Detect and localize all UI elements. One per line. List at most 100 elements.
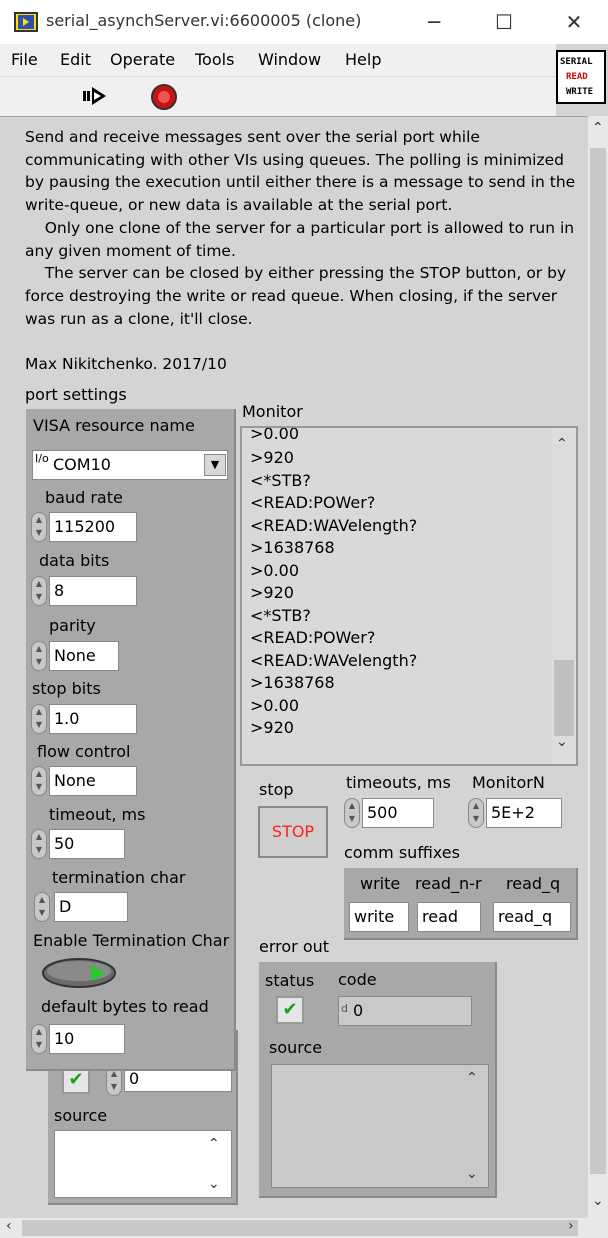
monitor-scroll-down-icon[interactable]: ⌄ — [556, 734, 568, 750]
vi-logo-icon: SERIAL READ WRITE — [556, 50, 606, 104]
monitor-line: >1638768 — [250, 538, 335, 557]
menu-operate[interactable]: Operate — [110, 50, 175, 69]
monitorN-label: MonitorN — [472, 773, 545, 792]
timeout-field[interactable]: 50 — [49, 829, 125, 859]
bytes-to-read-field[interactable]: 10 — [49, 1024, 125, 1054]
error-code-field: 0 — [338, 996, 472, 1026]
logo-line1: SERIAL — [560, 57, 593, 67]
logo-line2: READ — [566, 72, 588, 82]
error-source-scroll-down-icon[interactable]: ⌄ — [466, 1166, 478, 1182]
enable-termination-label: Enable Termination Char — [33, 931, 230, 950]
scroll-up-icon[interactable]: ⌃ — [592, 120, 604, 136]
stop-bits-spinner[interactable]: ▲ ▼ — [31, 704, 47, 734]
parity-spinner[interactable]: ▲ ▼ — [31, 641, 47, 671]
flow-control-label: flow control — [37, 742, 131, 761]
menu-edit[interactable]: Edit — [60, 50, 91, 69]
abort-stop-icon[interactable] — [150, 83, 178, 111]
data-bits-spinner[interactable]: ▲ ▼ — [31, 576, 47, 606]
timeouts-label: timeouts, ms — [346, 773, 451, 792]
monitor-line-partial: >0.00 — [250, 426, 300, 443]
port-settings-label: port settings — [25, 385, 127, 404]
monitorN-field[interactable]: 5E+2 — [486, 798, 562, 828]
parity-field[interactable]: None — [49, 641, 119, 671]
bytes-to-read-spinner[interactable]: ▲ ▼ — [31, 1024, 47, 1054]
monitor-line: >920 — [250, 583, 294, 602]
monitor-line: <READ:POWer? — [250, 493, 376, 512]
scroll-right-icon[interactable]: › — [568, 1218, 574, 1234]
menu-help[interactable]: Help — [345, 50, 381, 69]
termination-char-field[interactable]: D — [54, 892, 128, 922]
monitor-textbox[interactable]: >0.00 >920 <*STB? <READ:POWer? <READ:WAV… — [240, 426, 578, 766]
hidden-source-scroll-up-icon[interactable]: ⌃ — [208, 1136, 220, 1152]
stop-label: stop — [259, 780, 294, 799]
code-format-icon: d — [341, 1002, 348, 1015]
menu-window[interactable]: Window — [258, 50, 321, 69]
description-text: Send and receive messages sent over the … — [25, 128, 576, 374]
monitor-line: <READ:WAVelength? — [250, 651, 418, 670]
visa-io-icon: I/o — [35, 452, 49, 465]
suffix-read-q-field[interactable]: read_q — [493, 902, 571, 932]
monitor-line: >920 — [250, 718, 294, 737]
timeouts-field[interactable]: 500 — [362, 798, 434, 828]
monitor-scroll-thumb[interactable] — [554, 660, 574, 736]
visa-resource-label: VISA resource name — [33, 416, 195, 435]
baud-rate-spinner[interactable]: ▲ ▼ — [31, 512, 47, 542]
error-source-label: source — [269, 1038, 323, 1057]
monitor-line: >0.00 — [250, 561, 300, 580]
hidden-source-label: source — [54, 1106, 108, 1125]
vertical-scroll-thumb[interactable] — [590, 148, 606, 1174]
parity-label: parity — [49, 616, 96, 635]
scroll-left-icon[interactable]: ‹ — [6, 1218, 12, 1234]
logo-line3: WRITE — [566, 87, 594, 97]
baud-rate-field[interactable]: 115200 — [49, 512, 137, 542]
termination-char-spinner[interactable]: ▲ ▼ — [34, 892, 50, 922]
horizontal-scroll-thumb[interactable] — [22, 1220, 578, 1236]
termination-char-label: termination char — [52, 868, 186, 887]
suffix-read-nr-field[interactable]: read — [417, 902, 481, 932]
error-out-label: error out — [259, 937, 330, 956]
monitor-line: >1638768 — [250, 673, 335, 692]
suffix-read-q-label: read_q — [506, 874, 561, 893]
minimize-button[interactable]: ─ — [412, 8, 456, 36]
labview-app-icon — [14, 12, 38, 32]
termination-led-toggle[interactable] — [41, 957, 117, 989]
stop-button[interactable]: STOP — [258, 806, 328, 858]
scroll-down-icon[interactable]: ⌄ — [592, 1193, 604, 1209]
data-bits-label: data bits — [39, 551, 110, 570]
menu-file[interactable]: File — [11, 50, 38, 69]
stop-bits-label: stop bits — [32, 679, 101, 698]
title-bar: serial_asynchServer.vi:6600005 (clone) ─… — [0, 0, 608, 44]
hidden-source-field[interactable] — [54, 1130, 232, 1198]
timeout-spinner[interactable]: ▲ ▼ — [31, 829, 47, 859]
error-code-label: code — [338, 970, 377, 989]
menu-tools[interactable]: Tools — [195, 50, 234, 69]
baud-rate-label: baud rate — [45, 488, 123, 507]
monitor-line: <READ:WAVelength? — [250, 516, 418, 535]
suffix-read-nr-label: read_n-r — [415, 874, 482, 893]
close-button[interactable]: ✕ — [552, 8, 596, 36]
menu-bar: File Edit Operate Tools Window Help — [0, 44, 556, 76]
stop-bits-field[interactable]: 1.0 — [49, 704, 137, 734]
timeouts-spinner[interactable]: ▲ ▼ — [344, 798, 360, 828]
maximize-button[interactable]: ☐ — [482, 8, 526, 36]
suffix-write-field[interactable]: write — [349, 902, 409, 932]
error-source-scroll-up-icon[interactable]: ⌃ — [466, 1070, 478, 1086]
suffix-write-label: write — [360, 874, 401, 893]
chevron-down-icon[interactable]: ▼ — [204, 454, 226, 476]
monitor-label: Monitor — [242, 402, 303, 421]
error-source-field — [271, 1064, 489, 1188]
monitor-scroll-up-icon[interactable]: ⌃ — [556, 436, 568, 452]
monitorN-spinner[interactable]: ▲ ▼ — [468, 798, 484, 828]
monitor-line: <READ:POWer? — [250, 628, 376, 647]
flow-control-field[interactable]: None — [49, 766, 137, 796]
hidden-source-scroll-down-icon[interactable]: ⌄ — [208, 1176, 220, 1192]
monitor-line: <*STB? — [250, 606, 311, 625]
data-bits-field[interactable]: 8 — [49, 576, 137, 606]
bytes-to-read-label: default bytes to read — [41, 997, 209, 1016]
visa-resource-select[interactable]: COM10 — [32, 450, 228, 480]
timeout-label: timeout, ms — [49, 805, 146, 824]
toolbar — [0, 76, 556, 116]
flow-control-spinner[interactable]: ▲ ▼ — [31, 766, 47, 796]
run-arrow-icon[interactable] — [82, 85, 108, 107]
window-title: serial_asynchServer.vi:6600005 (clone) — [46, 11, 362, 30]
